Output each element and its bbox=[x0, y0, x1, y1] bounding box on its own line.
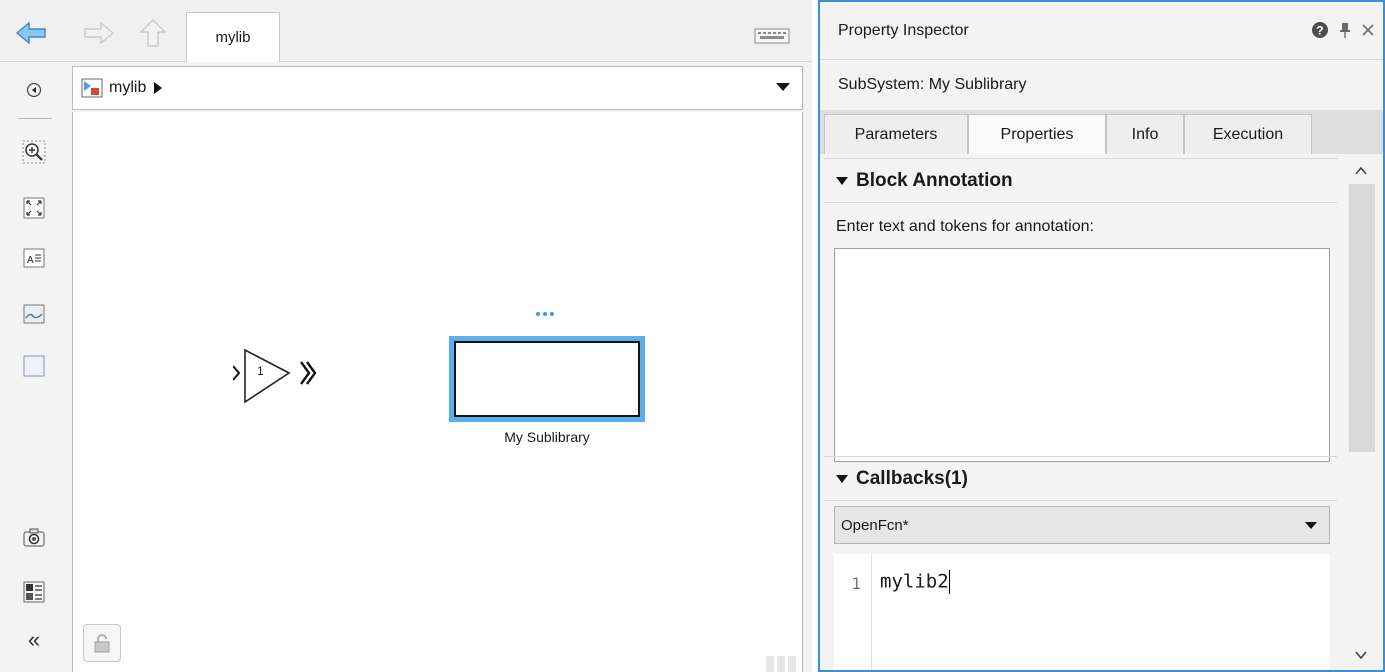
tab-info[interactable]: Info bbox=[1106, 114, 1184, 154]
scroll-up-icon[interactable] bbox=[1354, 164, 1368, 178]
block-more-icon[interactable] bbox=[531, 306, 561, 316]
section-divider bbox=[824, 500, 1337, 501]
inspector-tabs: Parameters Properties Info Execution bbox=[820, 110, 1383, 155]
screenshot-icon[interactable] bbox=[22, 526, 46, 550]
chevron-down-icon[interactable] bbox=[776, 83, 790, 91]
subsystem-label[interactable]: My Sublibrary bbox=[449, 429, 645, 445]
tab-parameters[interactable]: Parameters bbox=[824, 114, 968, 154]
text-caret bbox=[948, 570, 950, 594]
section-title: Callbacks(1) bbox=[856, 468, 968, 489]
subsystem-block[interactable] bbox=[449, 336, 645, 422]
tab-label: Parameters bbox=[854, 125, 938, 143]
code-line[interactable]: mylib2 bbox=[880, 570, 950, 594]
forward-arrow-icon[interactable] bbox=[82, 18, 116, 48]
model-canvas[interactable]: 1 My Sublibrary bbox=[72, 112, 803, 672]
line-number: 1 bbox=[851, 574, 861, 593]
left-toolbar: A « bbox=[0, 62, 68, 672]
tab-label: Info bbox=[1131, 125, 1159, 143]
lock-icon[interactable] bbox=[83, 624, 121, 662]
scrollbar-thumb[interactable] bbox=[1349, 184, 1375, 452]
fit-to-view-icon[interactable] bbox=[22, 196, 46, 220]
chevron-down-icon[interactable] bbox=[1305, 522, 1317, 529]
inspector-title-bar: Property Inspector ? bbox=[820, 2, 1383, 60]
model-icon bbox=[81, 78, 103, 98]
callback-code-editor[interactable]: 1 mylib2 bbox=[834, 554, 1330, 670]
property-inspector: Property Inspector ? SubSystem: My Subli… bbox=[818, 0, 1385, 672]
line-number-gutter: 1 bbox=[834, 554, 872, 670]
expand-triangle-icon[interactable] bbox=[836, 475, 848, 483]
tab-label: mylib bbox=[215, 29, 251, 46]
toolbar-divider bbox=[18, 118, 52, 119]
svg-text:A: A bbox=[27, 255, 34, 266]
keyboard-icon[interactable] bbox=[754, 26, 790, 46]
tab-label: Properties bbox=[1000, 126, 1074, 143]
code-text: mylib2 bbox=[880, 570, 949, 593]
subsystem-body bbox=[454, 341, 640, 417]
callback-selected-value: OpenFcn* bbox=[841, 516, 909, 534]
inport-block[interactable]: 1 bbox=[232, 348, 323, 408]
tab-mylib[interactable]: mylib bbox=[186, 12, 280, 62]
inspector-content: Block Annotation Enter text and tokens f… bbox=[820, 154, 1341, 670]
scroll-down-icon[interactable] bbox=[1354, 648, 1368, 662]
tab-execution[interactable]: Execution bbox=[1184, 114, 1312, 154]
area-icon[interactable] bbox=[22, 354, 46, 378]
annotation-textarea[interactable] bbox=[834, 248, 1330, 462]
vertical-scrollbar[interactable] bbox=[1341, 154, 1383, 670]
report-icon[interactable] bbox=[22, 580, 46, 604]
back-arrow-icon[interactable] bbox=[14, 18, 48, 48]
address-bar[interactable]: mylib bbox=[72, 66, 803, 110]
up-arrow-icon[interactable] bbox=[136, 18, 170, 48]
image-icon[interactable] bbox=[22, 302, 46, 326]
help-icon[interactable]: ? bbox=[1311, 21, 1329, 44]
annotation-icon[interactable]: A bbox=[22, 246, 46, 270]
section-divider bbox=[824, 202, 1337, 203]
simulink-editor: mylib A « mylib 1 My Sublibrary bbox=[0, 0, 812, 672]
pin-icon[interactable] bbox=[1339, 21, 1351, 44]
callbacks-header[interactable]: Callbacks(1) bbox=[820, 456, 1341, 502]
navigation-bar: mylib bbox=[0, 0, 812, 62]
close-icon[interactable] bbox=[1361, 23, 1375, 42]
resize-grip[interactable] bbox=[766, 656, 796, 672]
inspector-title: Property Inspector bbox=[838, 21, 969, 39]
expand-triangle-icon[interactable] bbox=[836, 177, 848, 185]
block-annotation-header[interactable]: Block Annotation bbox=[820, 158, 1341, 204]
tab-label: Execution bbox=[1212, 125, 1284, 143]
hide-show-explorer-icon[interactable] bbox=[22, 78, 46, 102]
svg-text:?: ? bbox=[1316, 24, 1323, 38]
tab-properties[interactable]: Properties bbox=[968, 114, 1106, 155]
section-title: Block Annotation bbox=[856, 170, 1013, 191]
callback-select[interactable]: OpenFcn* bbox=[834, 506, 1330, 544]
inport-number: 1 bbox=[257, 364, 264, 378]
annotation-prompt: Enter text and tokens for annotation: bbox=[836, 218, 1094, 235]
address-path[interactable]: mylib bbox=[109, 79, 146, 97]
inspector-subtitle: SubSystem: My Sublibrary bbox=[820, 60, 1383, 110]
collapse-icon[interactable]: « bbox=[22, 627, 46, 652]
breadcrumb-arrow-icon[interactable] bbox=[154, 82, 163, 94]
zoom-icon[interactable] bbox=[22, 140, 46, 164]
